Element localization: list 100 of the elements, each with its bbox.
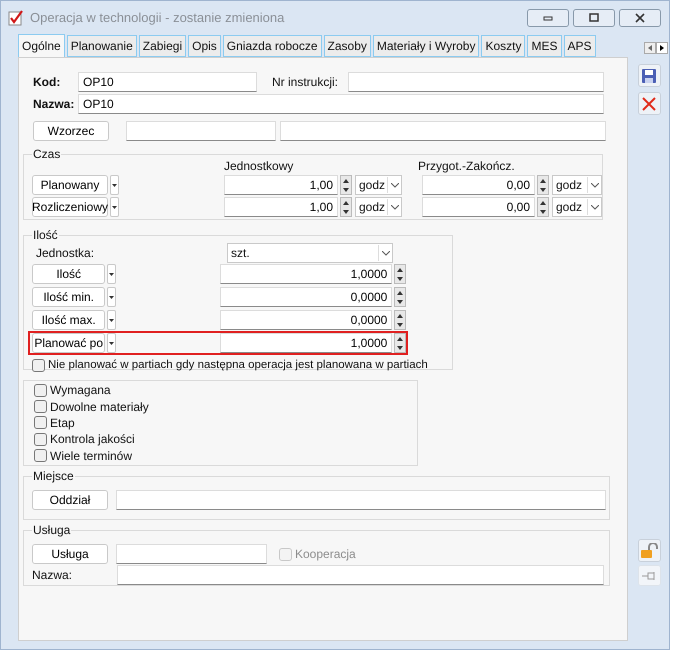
maximize-icon [588,13,600,23]
checkbox[interactable] [34,449,47,462]
dropdown-button[interactable] [107,333,116,353]
column-header: Jednostkowy [224,158,294,173]
code-field[interactable]: OP10 [78,72,257,92]
save-button[interactable] [638,64,660,87]
service-name-field[interactable] [117,565,604,585]
time-field[interactable]: 0,00 [422,175,535,195]
action-button[interactable]: Rozliczeniowy [32,197,108,217]
close-button[interactable] [619,9,661,27]
minimize-button[interactable] [527,9,569,27]
tab[interactable]: APS [564,35,596,57]
pin-icon [642,570,656,580]
dropdown-button[interactable] [110,197,119,217]
checkbox[interactable] [34,400,47,414]
spinner-control[interactable] [394,310,406,330]
checkbox-label: Dowolne materiały [50,398,149,416]
action-button[interactable]: Oddział [32,490,108,510]
tab[interactable]: Planowanie [66,35,137,57]
field-label: Kod: [32,74,62,90]
dropdown-button[interactable] [110,175,119,195]
checkbox[interactable] [32,359,45,372]
branch-field[interactable] [116,490,606,510]
down-arrow-icon [397,300,404,304]
quantity-field[interactable]: 1,0000 [220,264,392,284]
action-button[interactable]: Planowany [32,175,108,195]
tab[interactable]: Opis [188,35,221,57]
chevron-icon [587,177,601,193]
dropdown-button[interactable] [107,310,116,330]
action-button[interactable]: Ilość max. [32,310,106,330]
spinner-control[interactable] [340,175,352,195]
checkbox-label: Kooperacja [295,546,356,563]
scroll-right-button[interactable] [656,42,668,54]
time-field[interactable]: 1,00 [224,197,338,217]
unit-combo[interactable]: godz [552,197,602,217]
window-title: Operacja w technologii - zostanie zmieniona [30,9,286,28]
up-arrow-icon [397,290,404,294]
chevron-icon [587,199,601,215]
tab[interactable]: Zasoby [324,35,371,57]
column-header: Przygot.-Zakończ. [418,158,515,173]
checkbox-label: Nie planować w partiach gdy następna operacja jest planowana w partiach [48,358,428,373]
checkbox[interactable] [34,416,47,430]
down-arrow-icon [343,210,349,214]
checkbox-label: Etap [50,414,75,432]
tab[interactable]: MES [527,35,562,57]
dropdown-button[interactable] [107,264,116,284]
maximize-button[interactable] [573,9,615,27]
spinner-control[interactable] [340,197,352,217]
action-button[interactable]: Wzorzec [33,121,109,141]
chevron-icon [387,177,401,193]
spinner-control[interactable] [394,333,406,353]
field-label: Jednostka: [36,245,96,262]
dropdown-button[interactable] [107,287,116,307]
tab[interactable]: Zabiegi [138,35,186,57]
instruction-number-field[interactable] [348,72,604,92]
down-arrow-icon [397,322,404,326]
caret-icon [109,272,114,276]
up-arrow-icon [397,314,404,318]
scroll-left-button[interactable] [644,42,656,54]
down-arrow-icon [540,210,546,214]
up-arrow-icon [343,200,349,204]
close-icon [634,13,646,23]
checkbox[interactable] [34,432,47,446]
quantity-field[interactable]: 0,0000 [220,287,392,307]
spinner-control[interactable] [394,287,406,307]
group-title: Czas [32,147,62,161]
template-name-field[interactable] [280,121,606,141]
unlock-button[interactable] [638,539,660,562]
tab[interactable]: Ogólne [18,34,65,58]
pin-button[interactable] [638,565,660,586]
chevron-icon [387,199,401,215]
name-field[interactable]: OP10 [78,94,604,114]
action-button[interactable]: Usługa [32,544,108,564]
checkbox-label: Wymagana [50,382,111,400]
template-field[interactable] [126,121,276,141]
unit-combo[interactable]: godz [355,197,402,217]
unit-combo[interactable]: godz [552,175,602,195]
time-field[interactable]: 1,00 [224,175,338,195]
time-field[interactable]: 0,00 [422,197,535,217]
spinner-control[interactable] [537,175,549,195]
padlock-icon [640,542,658,558]
quantity-field[interactable]: 1,0000 [220,333,392,353]
action-button[interactable]: Ilość [32,264,106,284]
tab[interactable]: Koszty [481,35,526,57]
tab[interactable]: Materiały i Wyroby [372,35,480,57]
tab[interactable]: Gniazda robocze [222,35,322,57]
left-arrow-icon [648,45,652,51]
unit-combo[interactable]: szt. [227,243,393,263]
up-arrow-icon [540,178,546,182]
unit-combo[interactable]: godz [355,175,402,195]
action-button[interactable]: Planować po [32,333,106,353]
quantity-field[interactable]: 0,0000 [220,310,392,330]
action-button[interactable]: Ilość min. [32,287,106,307]
spinner-control[interactable] [537,197,549,217]
down-arrow-icon [397,346,404,350]
checkbox[interactable] [34,384,47,397]
spinner-control[interactable] [394,264,406,284]
down-arrow-icon [540,188,546,192]
service-field[interactable] [116,544,267,564]
up-arrow-icon [397,268,404,272]
